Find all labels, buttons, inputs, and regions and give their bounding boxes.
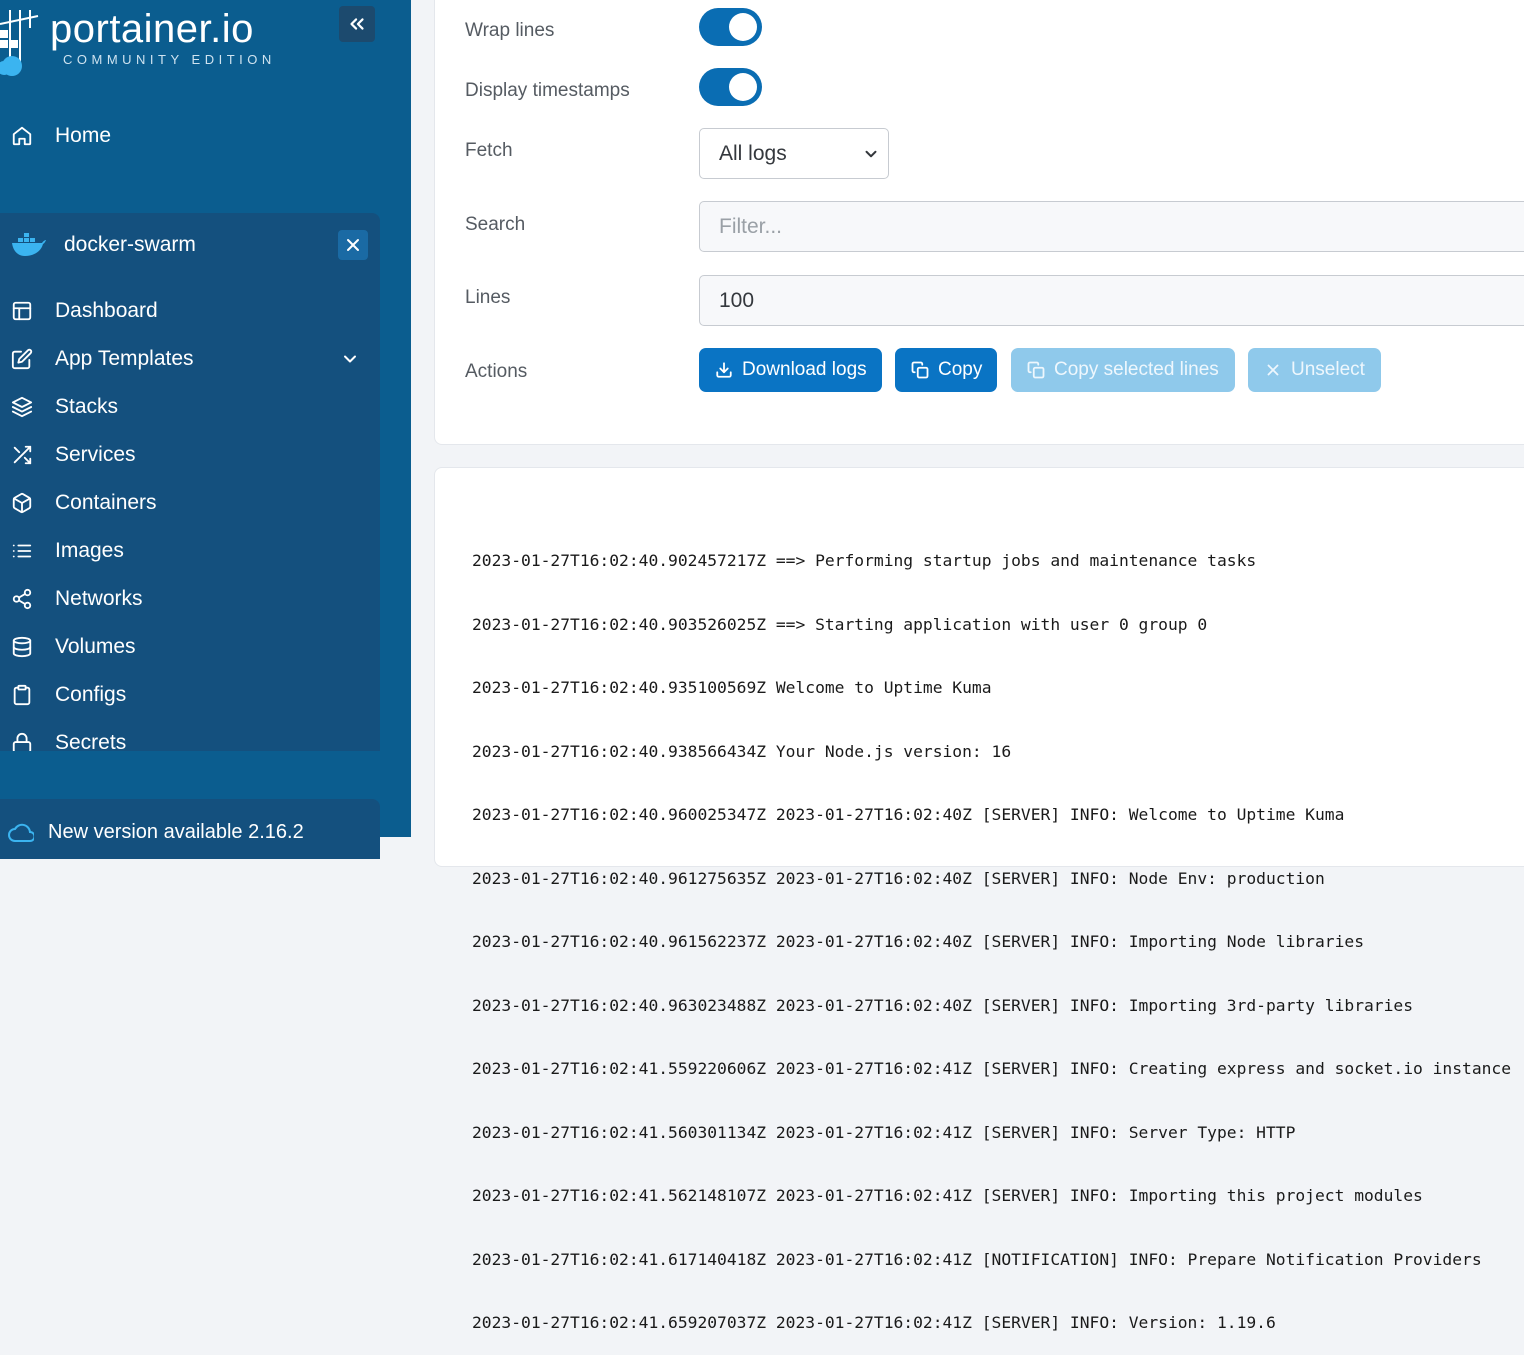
copy-selected-lines-button[interactable]: Copy selected lines xyxy=(1011,348,1235,392)
toggle-knob xyxy=(729,73,757,101)
sidebar-item-label: Secrets xyxy=(55,731,127,751)
sidebar-item-label: Services xyxy=(55,443,136,466)
chevrons-left-icon xyxy=(350,18,364,30)
download-icon xyxy=(716,362,732,378)
timestamps-toggle[interactable] xyxy=(699,68,762,106)
layout-icon xyxy=(12,301,32,321)
log-line[interactable]: 2023-01-27T16:02:41.560301134Z 2023-01-2… xyxy=(472,1120,1511,1146)
sidebar-item-home[interactable]: Home xyxy=(0,112,380,160)
update-notice[interactable]: New version available 2.16.2 xyxy=(0,799,380,859)
sidebar-item-label: Stacks xyxy=(55,395,119,418)
lines-input[interactable]: 100 xyxy=(699,275,1524,326)
environment-panel: docker-swarm Dashboard App Templates Sta… xyxy=(0,213,380,751)
docker-whale-icon xyxy=(12,233,46,256)
fetch-label: Fetch xyxy=(465,140,513,161)
close-icon xyxy=(1267,364,1279,376)
portainer-logo-icon xyxy=(0,10,39,76)
chevron-down-icon xyxy=(865,150,877,158)
sidebar-item-app-templates[interactable]: App Templates xyxy=(0,335,380,383)
timestamps-label: Display timestamps xyxy=(465,80,630,101)
log-line[interactable]: 2023-01-27T16:02:40.902457217Z ==> Perfo… xyxy=(472,548,1511,574)
sidebar-item-label: Home xyxy=(55,124,112,147)
log-line[interactable]: 2023-01-27T16:02:40.961275635Z 2023-01-2… xyxy=(472,866,1511,892)
sidebar-item-containers[interactable]: Containers xyxy=(0,479,380,527)
fetch-select[interactable]: All logs xyxy=(699,128,889,179)
download-logs-label: Download logs xyxy=(742,359,867,380)
sidebar-item-label: Volumes xyxy=(55,635,136,658)
brand-edition: COMMUNITY EDITION xyxy=(63,52,276,67)
sidebar-item-images[interactable]: Images xyxy=(0,527,380,575)
layers-icon xyxy=(11,396,33,418)
sidebar-item-label: Configs xyxy=(55,683,127,706)
sidebar-item-label: App Templates xyxy=(55,347,194,370)
clipboard-icon xyxy=(13,684,31,706)
actions-label: Actions xyxy=(465,361,528,382)
wrap-lines-toggle[interactable] xyxy=(699,8,762,46)
sidebar-item-services[interactable]: Services xyxy=(0,431,380,479)
environment-name: docker-swarm xyxy=(64,233,196,256)
log-line[interactable]: 2023-01-27T16:02:40.935100569Z Welcome t… xyxy=(472,675,1511,701)
log-line[interactable]: 2023-01-27T16:02:40.961562237Z 2023-01-2… xyxy=(472,929,1511,955)
environment-nav: Dashboard App Templates Stacks Services … xyxy=(0,287,380,751)
sidebar-item-label: Networks xyxy=(55,587,143,610)
log-line[interactable]: 2023-01-27T16:02:40.903526025Z ==> Start… xyxy=(472,612,1511,638)
sidebar-item-networks[interactable]: Networks xyxy=(0,575,380,623)
close-icon xyxy=(347,239,359,251)
sidebar-item-dashboard[interactable]: Dashboard xyxy=(0,287,380,335)
log-line[interactable]: 2023-01-27T16:02:41.659207037Z 2023-01-2… xyxy=(472,1310,1511,1336)
lines-value: 100 xyxy=(719,288,755,312)
shuffle-icon xyxy=(13,445,32,465)
unselect-label: Unselect xyxy=(1291,359,1365,380)
copy-selected-label: Copy selected lines xyxy=(1054,359,1219,380)
sidebar-item-label: Containers xyxy=(55,491,157,514)
log-line[interactable]: 2023-01-27T16:02:40.963023488Z 2023-01-2… xyxy=(472,993,1511,1019)
copy-icon xyxy=(911,361,929,379)
log-line[interactable]: 2023-01-27T16:02:41.562148107Z 2023-01-2… xyxy=(472,1183,1511,1209)
brand-name: portainer.io xyxy=(50,7,254,51)
copy-icon xyxy=(1027,361,1045,379)
fetch-select-value: All logs xyxy=(719,141,787,165)
search-placeholder: Filter... xyxy=(719,214,783,238)
list-icon xyxy=(12,544,32,558)
close-environment-button[interactable] xyxy=(338,230,368,260)
sidebar-item-volumes[interactable]: Volumes xyxy=(0,623,380,671)
lock-icon xyxy=(12,732,32,751)
sidebar-item-secrets[interactable]: Secrets xyxy=(0,719,380,751)
log-line[interactable]: 2023-01-27T16:02:41.617140418Z 2023-01-2… xyxy=(472,1247,1511,1273)
sidebar: portainer.io COMMUNITY EDITION Home dock… xyxy=(0,0,411,859)
wrap-lines-label: Wrap lines xyxy=(465,20,555,41)
sidebar-item-configs[interactable]: Configs xyxy=(0,671,380,719)
sidebar-item-label: Images xyxy=(55,539,124,562)
cloud-download-icon xyxy=(8,823,34,842)
unselect-button[interactable]: Unselect xyxy=(1248,348,1381,392)
log-output: 2023-01-27T16:02:40.902457217Z ==> Perfo… xyxy=(472,510,1511,1355)
log-line[interactable]: 2023-01-27T16:02:41.559220606Z 2023-01-2… xyxy=(472,1056,1511,1082)
environment-header: docker-swarm xyxy=(0,225,380,265)
collapse-sidebar-button[interactable] xyxy=(339,6,375,42)
copy-label: Copy xyxy=(938,359,983,380)
edit-icon xyxy=(11,348,33,370)
sidebar-item-label: Dashboard xyxy=(55,299,158,322)
log-line[interactable]: 2023-01-27T16:02:40.960025347Z 2023-01-2… xyxy=(472,802,1511,828)
database-icon xyxy=(12,636,32,658)
chevron-down-icon[interactable] xyxy=(340,349,360,369)
copy-button[interactable]: Copy xyxy=(895,348,997,392)
home-icon xyxy=(12,126,32,146)
box-icon xyxy=(12,492,32,514)
toggle-knob xyxy=(729,13,757,41)
download-logs-button[interactable]: Download logs xyxy=(699,348,882,392)
search-label: Search xyxy=(465,214,526,235)
update-notice-text: New version available 2.16.2 xyxy=(48,821,304,843)
lines-label: Lines xyxy=(465,287,511,308)
share-icon xyxy=(12,588,32,610)
log-line[interactable]: 2023-01-27T16:02:40.938566434Z Your Node… xyxy=(472,739,1511,765)
search-input[interactable]: Filter... xyxy=(699,201,1524,252)
sidebar-item-stacks[interactable]: Stacks xyxy=(0,383,380,431)
